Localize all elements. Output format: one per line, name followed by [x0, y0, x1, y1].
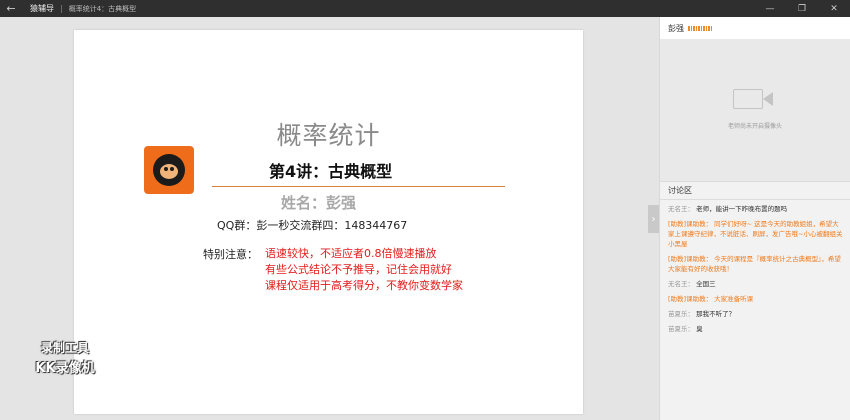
- chat-text: 大家准备听课: [714, 295, 754, 303]
- app-name: 猿辅导: [30, 4, 54, 13]
- qq-group: QQ群：彭一秒交流群四：148344767: [217, 219, 408, 232]
- camera-off-message: 老师尚未开启摄像头: [727, 123, 782, 130]
- camera-icon: [733, 89, 763, 109]
- chat-text: 老师，能讲一下昨晚布置的题吗: [696, 205, 788, 213]
- chat-list: 无名王： 老师，能讲一下昨晚布置的题吗 [助教]课助教： 同学们好呀~ 这是今天…: [660, 200, 850, 334]
- chat-message: 无名王： 全国三: [668, 279, 844, 289]
- chat-text: 那我不听了？: [696, 310, 736, 318]
- chat-author: [助教]课助教：: [668, 295, 713, 303]
- course-title: 概率统计4：古典概型: [68, 4, 137, 13]
- lecture-stage: 概率统计 第4讲：古典概型 姓名：彭强 QQ群：彭一秒交流群四：14834476…: [0, 17, 659, 420]
- watermark-line1: 录制工具: [40, 341, 89, 355]
- title-divider: [212, 186, 505, 187]
- watermark-line2: KK录像机: [35, 361, 95, 376]
- chat-message: [助教]课助教： 同学们好呀~ 这是今天的助教姐姐，希望大家上课遵守纪律，不说脏…: [668, 219, 844, 249]
- window-controls: — ❐ ✕: [754, 0, 850, 17]
- restore-icon[interactable]: ❐: [786, 0, 818, 17]
- chat-author: 无名王：: [668, 280, 694, 288]
- chat-message: [助教]课助教： 今天的课程是『概率统计之古典概型』，希望大家能有好的收获哦！: [668, 254, 844, 274]
- close-icon[interactable]: ✕: [818, 0, 850, 17]
- note-line: 课程仅适用于高考得分，不教你变数学家: [265, 279, 463, 292]
- chat-author: [助教]课助教：: [668, 220, 713, 228]
- teacher-video: 老师尚未开启摄像头: [660, 39, 850, 181]
- chat-author: 苗夏乐：: [668, 325, 694, 333]
- recorder-watermark: 录制工具 KK录像机: [22, 339, 108, 376]
- chat-text: 臭: [696, 325, 703, 333]
- note-label: 特别注意：: [203, 248, 258, 261]
- panel-toggle-chevron-icon[interactable]: ›: [648, 205, 659, 233]
- volume-meter-icon: [688, 25, 712, 31]
- chat-text: 全国三: [696, 280, 716, 288]
- chat-message: [助教]课助教： 大家准备听课: [668, 294, 844, 304]
- title-bar: ← 猿辅导 | 概率统计4：古典概型 — ❐ ✕: [0, 0, 850, 17]
- monkey-logo-icon: [144, 146, 194, 194]
- slide: 概率统计 第4讲：古典概型 姓名：彭强 QQ群：彭一秒交流群四：14834476…: [74, 30, 583, 414]
- discussion-header: 讨论区: [660, 181, 850, 200]
- side-panel: 彭强 老师尚未开启摄像头 讨论区 无名王： 老师，能讲一下昨晚布置的题吗 [助教…: [659, 17, 850, 420]
- back-arrow-icon[interactable]: ←: [0, 2, 22, 15]
- note-line: 语速较快，不适应者0.8倍慢速播放: [265, 247, 437, 260]
- minimize-icon[interactable]: —: [754, 0, 786, 17]
- title-separator: |: [60, 4, 63, 13]
- lecture-title: 第4讲：古典概型: [269, 162, 393, 181]
- chat-message: 苗夏乐： 那我不听了？: [668, 309, 844, 319]
- note-lines: 语速较快，不适应者0.8倍慢速播放 有些公式结论不予推导，记住会用就好 课程仅适…: [265, 246, 463, 294]
- teacher-header: 彭强: [660, 17, 850, 39]
- chat-message: 苗夏乐： 臭: [668, 324, 844, 334]
- teacher-name: 姓名：彭强: [281, 194, 357, 212]
- teacher-label: 彭强: [668, 23, 684, 33]
- chat-author: 无名王：: [668, 205, 694, 213]
- note-line: 有些公式结论不予推导，记住会用就好: [265, 263, 452, 276]
- chat-author: [助教]课助教：: [668, 255, 713, 263]
- chat-author: 苗夏乐：: [668, 310, 694, 318]
- chat-message: 无名王： 老师，能讲一下昨晚布置的题吗: [668, 204, 844, 214]
- camera-lens-icon: [763, 92, 773, 106]
